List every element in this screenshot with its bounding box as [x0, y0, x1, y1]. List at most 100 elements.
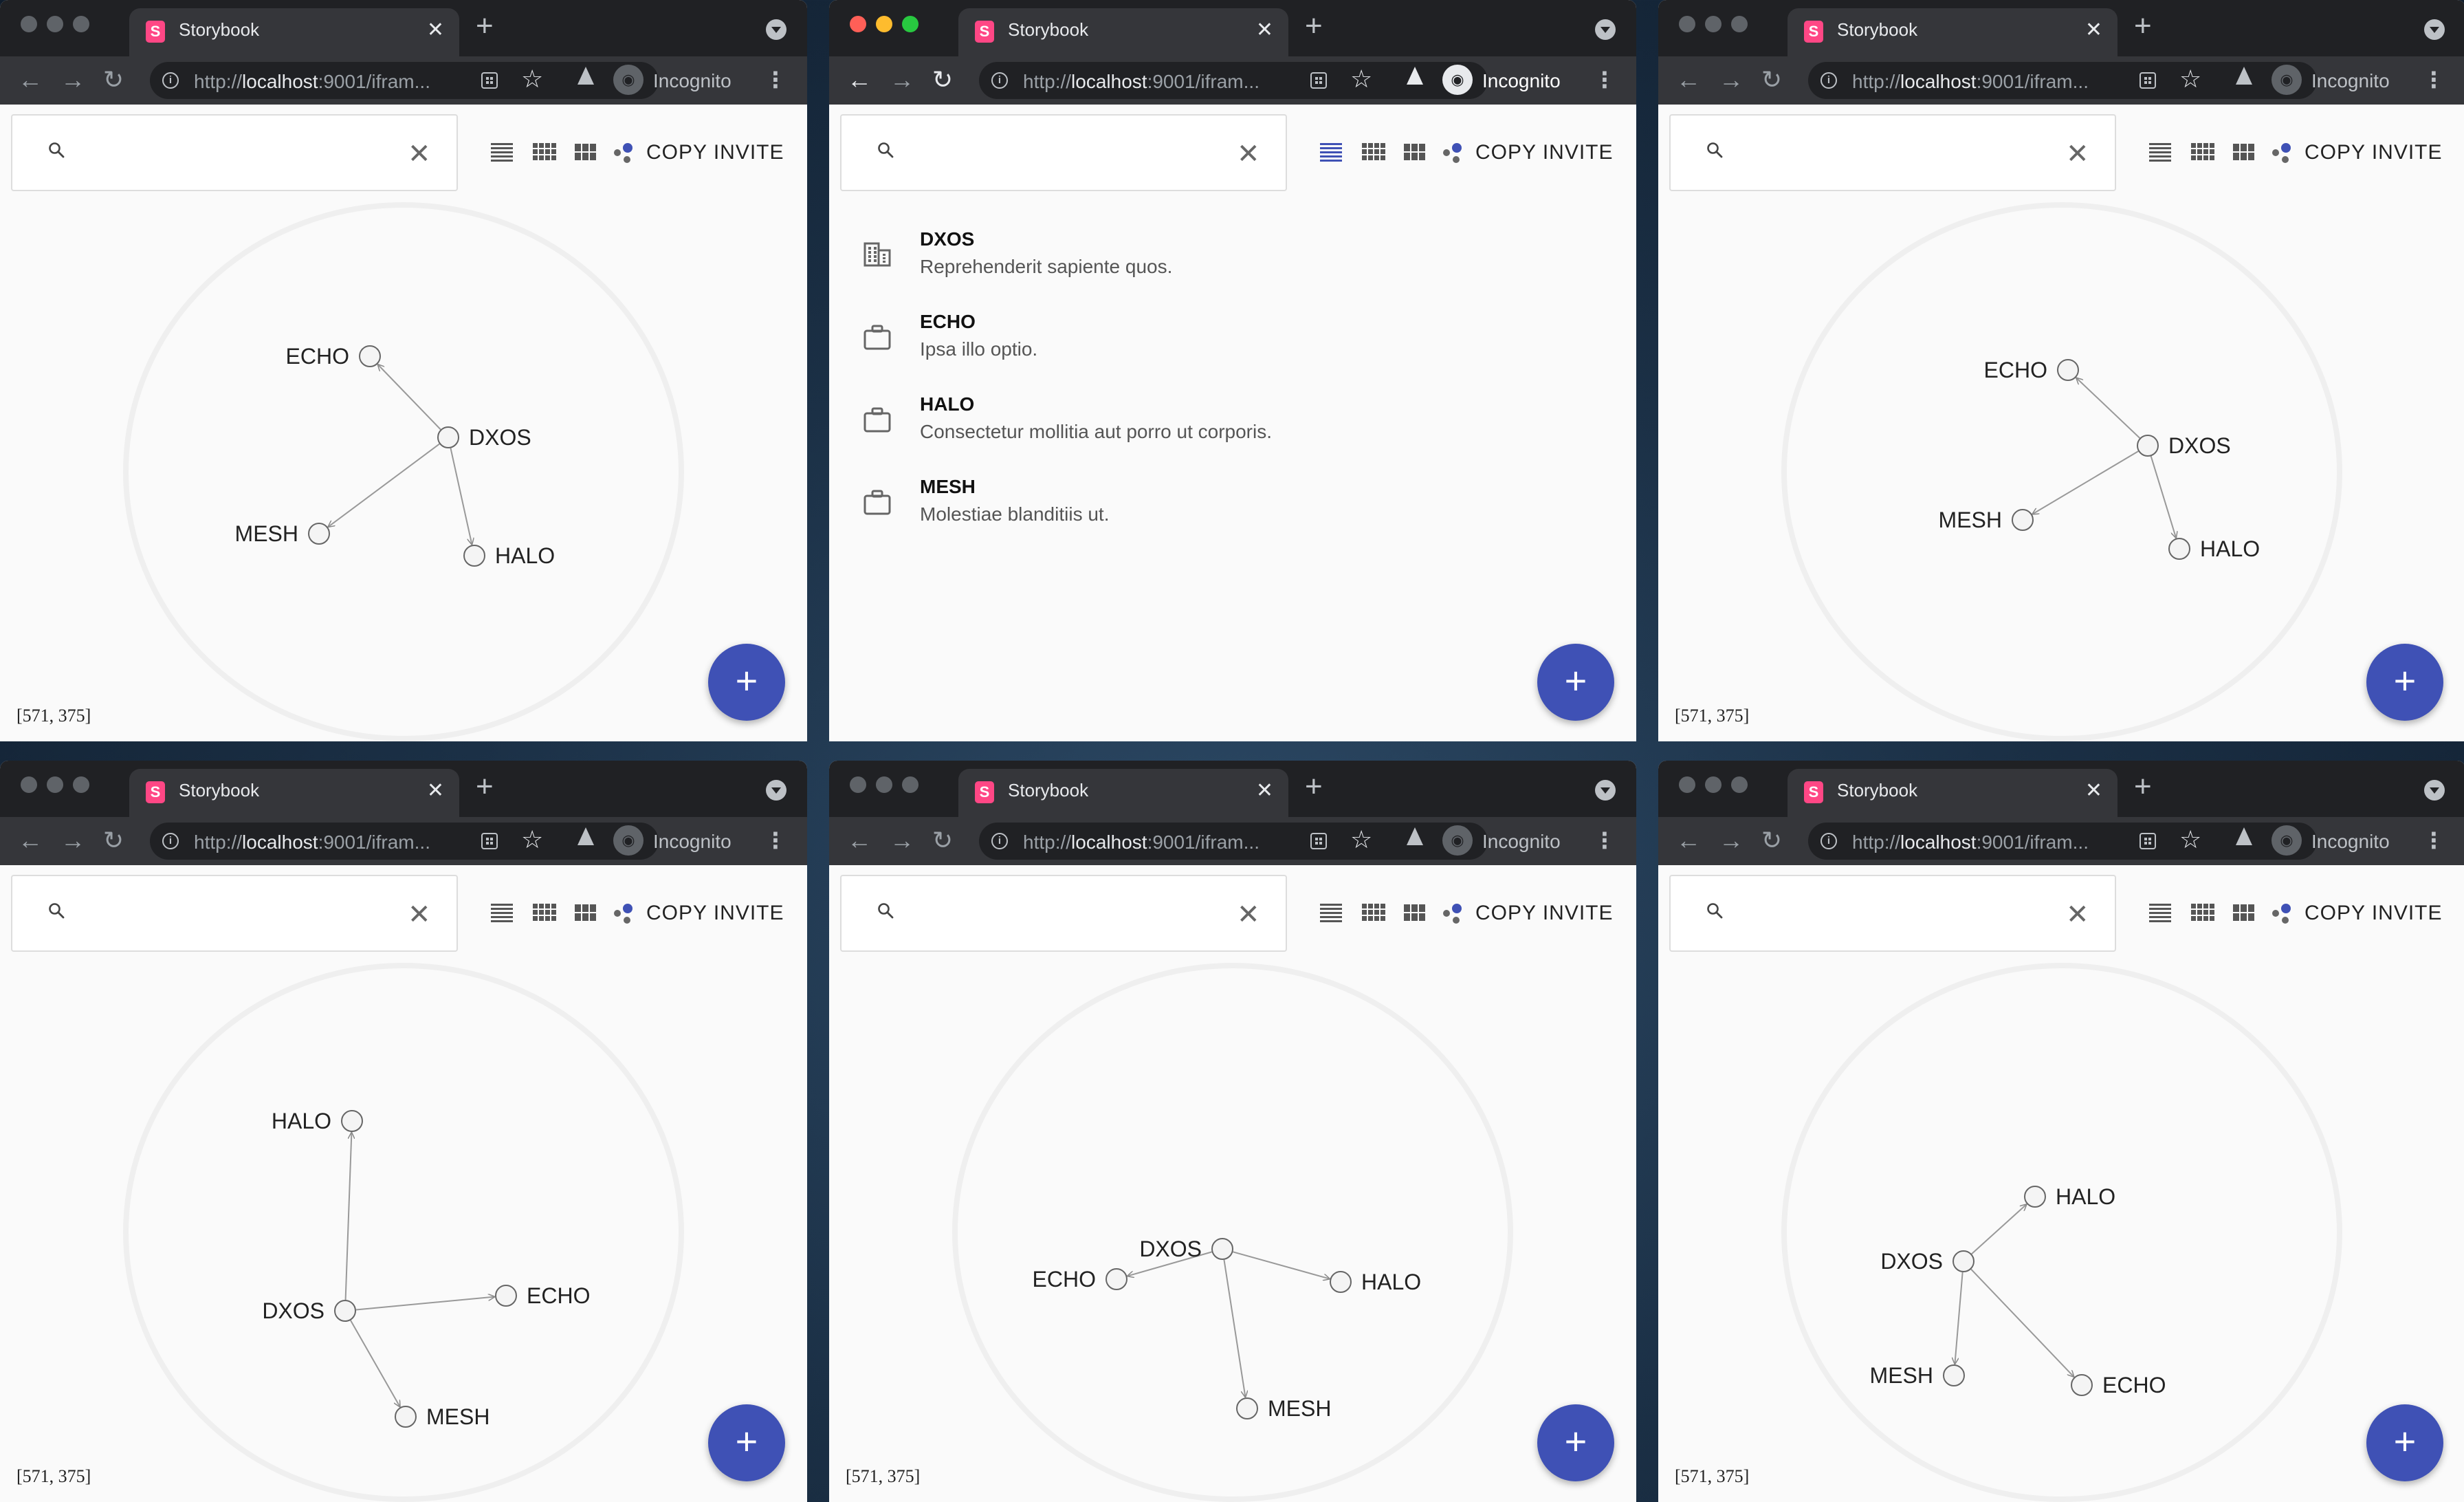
labs-flask-icon[interactable]: [578, 67, 594, 85]
grid-large-view-icon[interactable]: [2232, 142, 2256, 162]
install-app-icon[interactable]: [1310, 72, 1327, 89]
reload-icon[interactable]: ↻: [103, 66, 124, 94]
back-icon[interactable]: ←: [1676, 66, 1701, 94]
add-party-button[interactable]: +: [1537, 644, 1614, 721]
new-tab-button[interactable]: +: [476, 772, 494, 802]
search-box[interactable]: ✕: [1669, 875, 2116, 952]
tab-close-icon[interactable]: ✕: [1256, 18, 1273, 43]
search-box[interactable]: ✕: [11, 114, 458, 191]
list-item[interactable]: HALO Consectetur mollitia aut porro ut co…: [829, 392, 1636, 475]
browser-menu-icon[interactable]: ⋮: [764, 828, 786, 853]
search-box[interactable]: ✕: [840, 114, 1287, 191]
install-app-icon[interactable]: [2140, 72, 2156, 89]
reload-icon[interactable]: ↻: [103, 827, 124, 854]
search-input[interactable]: [1746, 133, 2038, 173]
share-network-icon[interactable]: [2269, 901, 2295, 926]
tab-close-icon[interactable]: ✕: [2085, 18, 2102, 43]
site-info-icon[interactable]: i: [1820, 72, 1837, 89]
grid-large-view-icon[interactable]: [2232, 902, 2256, 923]
browser-tab[interactable]: S Storybook ✕: [1788, 8, 2118, 56]
clear-search-icon[interactable]: ✕: [1237, 140, 1260, 168]
clear-search-icon[interactable]: ✕: [2066, 901, 2089, 928]
clear-search-icon[interactable]: ✕: [408, 140, 431, 168]
maximize-window-button[interactable]: [1731, 776, 1748, 793]
browser-menu-icon[interactable]: ⋮: [1594, 828, 1616, 853]
tab-search-icon[interactable]: [766, 19, 786, 40]
search-input[interactable]: [88, 894, 380, 934]
maximize-window-button[interactable]: [73, 16, 89, 32]
reload-icon[interactable]: ↻: [1761, 66, 1782, 94]
install-app-icon[interactable]: [481, 72, 498, 89]
tab-close-icon[interactable]: ✕: [427, 779, 444, 803]
graph-node[interactable]: HALO: [1330, 1270, 1421, 1294]
search-box[interactable]: ✕: [11, 875, 458, 952]
close-window-button[interactable]: [21, 16, 37, 32]
labs-flask-icon[interactable]: [578, 827, 594, 845]
graph-node[interactable]: ECHO: [495, 1283, 590, 1308]
graph-canvas[interactable]: HALO DXOS MESH ECHO: [1658, 960, 2464, 1502]
new-tab-button[interactable]: +: [2134, 772, 2152, 802]
maximize-window-button[interactable]: [902, 776, 918, 793]
add-party-button[interactable]: +: [708, 1404, 785, 1481]
share-network-icon[interactable]: [610, 901, 637, 926]
tab-close-icon[interactable]: ✕: [2085, 779, 2102, 803]
maximize-window-button[interactable]: [1731, 16, 1748, 32]
incognito-indicator[interactable]: ◉ Incognito: [613, 62, 744, 99]
tab-search-icon[interactable]: [2424, 19, 2445, 40]
back-icon[interactable]: ←: [18, 66, 43, 94]
incognito-indicator[interactable]: ◉ Incognito: [613, 823, 744, 860]
search-box[interactable]: ✕: [840, 875, 1287, 952]
graph-node[interactable]: ECHO: [2071, 1373, 2166, 1397]
graph-canvas[interactable]: HALO DXOS ECHO MESH: [0, 960, 807, 1502]
graph-node[interactable]: ECHO: [286, 344, 381, 369]
graph-canvas[interactable]: DXOS ECHO HALO MESH: [829, 960, 1636, 1502]
reload-icon[interactable]: ↻: [1761, 827, 1782, 854]
grid-large-view-icon[interactable]: [1402, 142, 1427, 162]
bookmark-star-icon[interactable]: ☆: [2179, 826, 2201, 853]
incognito-indicator[interactable]: ◉ Incognito: [1442, 62, 1573, 99]
forward-icon[interactable]: →: [1719, 66, 1744, 94]
install-app-icon[interactable]: [1310, 833, 1327, 849]
search-input[interactable]: [1746, 894, 2038, 934]
install-app-icon[interactable]: [2140, 833, 2156, 849]
new-tab-button[interactable]: +: [1305, 772, 1323, 802]
add-party-button[interactable]: +: [2366, 1404, 2443, 1481]
tab-close-icon[interactable]: ✕: [427, 18, 444, 43]
graph-node[interactable]: HALO: [2168, 536, 2260, 561]
bookmark-star-icon[interactable]: ☆: [521, 826, 543, 853]
labs-flask-icon[interactable]: [1407, 827, 1423, 845]
list-item[interactable]: DXOS Reprehenderit sapiente quos.: [829, 227, 1636, 309]
incognito-indicator[interactable]: ◉ Incognito: [2272, 62, 2402, 99]
browser-tab[interactable]: S Storybook ✕: [129, 8, 459, 56]
minimize-window-button[interactable]: [876, 16, 892, 32]
minimize-window-button[interactable]: [1705, 16, 1722, 32]
search-input[interactable]: [917, 894, 1209, 934]
minimize-window-button[interactable]: [1705, 776, 1722, 793]
graph-node[interactable]: MESH: [1939, 508, 2034, 532]
browser-tab[interactable]: S Storybook ✕: [958, 8, 1288, 56]
list-item[interactable]: ECHO Ipsa illo optio.: [829, 309, 1636, 392]
copy-invite-button[interactable]: COPY INVITE: [646, 902, 784, 925]
list-view-icon[interactable]: [490, 142, 514, 162]
close-window-button[interactable]: [1679, 16, 1695, 32]
graph-node[interactable]: MESH: [1870, 1363, 1965, 1388]
list-item[interactable]: MESH Molestiae blanditiis ut.: [829, 475, 1636, 557]
back-icon[interactable]: ←: [1676, 827, 1701, 854]
add-party-button[interactable]: +: [708, 644, 785, 721]
graph-node[interactable]: DXOS: [437, 425, 531, 450]
reload-icon[interactable]: ↻: [932, 827, 953, 854]
labs-flask-icon[interactable]: [1407, 67, 1423, 85]
tab-close-icon[interactable]: ✕: [1256, 779, 1273, 803]
search-input[interactable]: [88, 133, 380, 173]
close-window-button[interactable]: [850, 16, 866, 32]
copy-invite-button[interactable]: COPY INVITE: [1475, 141, 1614, 164]
reload-icon[interactable]: ↻: [932, 66, 953, 94]
grid-small-view-icon[interactable]: [1361, 902, 1386, 923]
list-view-icon[interactable]: [2148, 142, 2172, 162]
copy-invite-button[interactable]: COPY INVITE: [1475, 902, 1614, 925]
new-tab-button[interactable]: +: [1305, 11, 1323, 41]
bookmark-star-icon[interactable]: ☆: [1350, 65, 1372, 93]
graph-node[interactable]: ECHO: [1033, 1267, 1128, 1292]
search-input[interactable]: [917, 133, 1209, 173]
browser-menu-icon[interactable]: ⋮: [2423, 828, 2445, 853]
